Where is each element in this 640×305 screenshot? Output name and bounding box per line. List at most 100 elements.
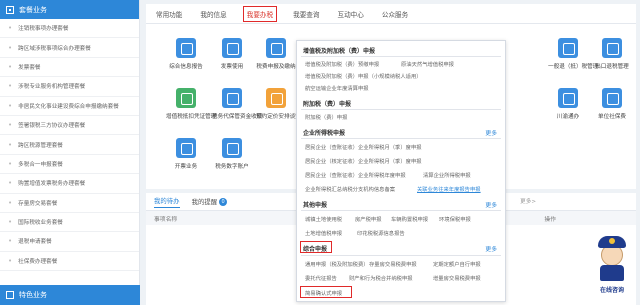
- sidebar-item-label: 发票套餐: [18, 64, 41, 71]
- voucher-icon: [176, 88, 196, 108]
- sidebar-footer-label: 特色业务: [19, 291, 47, 299]
- bullet-icon: •: [8, 218, 13, 227]
- highlight-box: [300, 241, 332, 253]
- menu-link[interactable]: 居民企业（查账征收）企业所得税年度申报: [305, 171, 406, 179]
- sidebar-list: • 注销税事项办理套餐 • 跨区域涉税事项综合办理套餐 • 发票套餐 • 涉税专业服务机…: [0, 19, 139, 272]
- menu-link[interactable]: 环境保税申报: [439, 215, 471, 223]
- voucher-icon-tile[interactable]: 增值税抵扣凭证管理: [166, 88, 217, 120]
- tile-label: 税费申报及缴纳: [256, 64, 296, 70]
- divider: [301, 138, 501, 139]
- report-icon-tile[interactable]: 综合信息报告: [166, 38, 206, 70]
- tab-my-info[interactable]: 我的信息: [198, 7, 228, 21]
- fund-icon-tile[interactable]: 税务代保管资金收取: [212, 88, 262, 120]
- tab-label: 我的待办: [154, 196, 180, 205]
- export-icon-tile[interactable]: 出口退税管理: [592, 38, 632, 70]
- price-icon: [266, 88, 286, 108]
- menu-link[interactable]: 居民企业（查账征收）企业所得税月（季）度申报: [305, 143, 422, 151]
- bullet-icon: •: [8, 159, 13, 168]
- tab-my-reminder[interactable]: 我的提醒 0: [192, 197, 228, 206]
- social-icon-tile[interactable]: 单位社保费: [592, 88, 632, 120]
- badge-icon: [609, 238, 615, 244]
- invoice-icon: [222, 38, 242, 58]
- price-icon-tile[interactable]: 预约定价安排谈签: [256, 88, 301, 120]
- menu-link[interactable]: 关联业务往来年度报告申报: [417, 185, 481, 193]
- sidebar-item[interactable]: • 购置增值发票税务办理套餐: [0, 174, 139, 194]
- menu-link[interactable]: 存量房交易税费申报: [369, 260, 417, 268]
- tab-query[interactable]: 我要查询: [291, 7, 321, 21]
- tab-public-service[interactable]: 公众服务: [380, 7, 410, 21]
- tab-tax-handling[interactable]: 我要办税: [242, 5, 278, 22]
- tax-icon-tile[interactable]: 税费申报及缴纳: [256, 38, 296, 70]
- menu-link[interactable]: 委托代征报告: [305, 274, 337, 282]
- sidebar-item[interactable]: • 注销税事项办理套餐: [0, 19, 139, 39]
- section-title: 其他申报: [303, 202, 328, 209]
- sidebar-item[interactable]: • 跨区税源管理套餐: [0, 135, 139, 155]
- menu-link[interactable]: 定期定额户自行申报: [433, 260, 481, 268]
- refund-icon-tile[interactable]: 一般退（抵）税管理: [548, 38, 598, 70]
- sidebar-item[interactable]: • 退税申请套餐: [0, 232, 139, 252]
- menu-link[interactable]: 增量房交易税费申报: [433, 274, 481, 282]
- section-title: 增值税及附加税（费）申报: [303, 48, 376, 55]
- bullet-icon: •: [8, 24, 13, 33]
- sidebar-item-label: 跨区税源管理套餐: [18, 142, 63, 149]
- menu-link[interactable]: 土地增值税申报: [305, 229, 342, 237]
- grid-icon: [6, 291, 14, 299]
- sidebar-item[interactable]: • 非居民文化事业建设费综合申报缴纳套餐: [0, 97, 139, 116]
- tile-label: 川渝通办: [556, 114, 580, 120]
- sidebar-item[interactable]: • 国际税收业务套餐: [0, 213, 139, 233]
- tile-label: 发票使用: [220, 64, 244, 70]
- sidebar-item-label: 跨区域涉税事项综合办理套餐: [18, 45, 91, 52]
- fund-icon: [222, 88, 242, 108]
- reminder-badge: 0: [219, 197, 228, 206]
- menu-link[interactable]: 企业所得税汇总纳税分支机构信息备案: [305, 185, 395, 193]
- tile-label: 单位社保费: [598, 114, 626, 120]
- sidebar-item[interactable]: • 跨区域涉税事项综合办理套餐: [0, 38, 139, 58]
- tab-my-todo[interactable]: 我的待办: [154, 196, 180, 208]
- sidebar: 套餐业务 • 注销税事项办理套餐 • 跨区域涉税事项综合办理套餐 • 发票套餐 • 涉税…: [0, 0, 140, 305]
- section-title: 企业所得税申报: [303, 130, 346, 137]
- menu-link[interactable]: 城镇土地使用税: [305, 215, 342, 223]
- sidebar-item-label: 社保费办理套餐: [18, 258, 58, 265]
- ticket-icon: [176, 138, 196, 158]
- report-icon: [176, 38, 196, 58]
- sidebar-item-label: 注销税事项办理套餐: [18, 26, 69, 33]
- menu-link[interactable]: 车辆购置税申报: [391, 215, 428, 223]
- menu-link[interactable]: 房产税申报: [355, 215, 382, 223]
- sidebar-footer[interactable]: 特色业务: [0, 285, 140, 305]
- more-link[interactable]: 更多: [485, 200, 497, 209]
- tab-common[interactable]: 常用功能: [154, 7, 184, 21]
- sidebar-item-label: 签署银税三方协议办理套餐: [18, 123, 86, 130]
- tile-label: 增值税抵扣凭证管理: [166, 114, 217, 120]
- account-icon: [222, 138, 242, 158]
- invoice-icon-tile[interactable]: 发票使用: [212, 38, 252, 70]
- sidebar-item[interactable]: • 发票套餐: [0, 58, 139, 78]
- menu-link[interactable]: 增值税及附加税（费）申报（小规模纳税人适用）: [305, 72, 422, 80]
- menu-link[interactable]: 航空运输企业年度清算申报: [305, 84, 369, 92]
- sidebar-item[interactable]: • 多税合一申报套餐: [0, 155, 139, 175]
- region-icon: [558, 88, 578, 108]
- sidebar-item[interactable]: • 签署银税三方协议办理套餐: [0, 116, 139, 136]
- chat-mascot[interactable]: 在线咨询: [592, 236, 632, 300]
- menu-link[interactable]: 财产和行为税合并纳税申报: [349, 274, 413, 282]
- chat-label: 在线咨询: [599, 287, 624, 294]
- main-tabs: 常用功能 我的信息 我要办税 我要查询 互动中心 公众服务: [146, 4, 636, 24]
- more-link[interactable]: 更多: [485, 244, 497, 253]
- menu-link[interactable]: 附加税（费）申报: [305, 113, 347, 121]
- sidebar-item[interactable]: • 社保费办理套餐: [0, 252, 139, 272]
- menu-link[interactable]: 原油天然气增值税申报: [401, 60, 454, 68]
- region-icon-tile[interactable]: 川渝通办: [548, 88, 588, 120]
- sidebar-header[interactable]: 套餐业务: [0, 0, 139, 19]
- menu-link[interactable]: 通用申报（税及附加税费）: [305, 260, 369, 268]
- menu-link[interactable]: 清算企业所得税申报: [423, 171, 471, 179]
- sidebar-item-label: 涉税专业服务机构管理套餐: [18, 84, 86, 91]
- sidebar-item[interactable]: • 涉税专业服务机构管理套餐: [0, 77, 139, 97]
- tab-interaction[interactable]: 互动中心: [336, 7, 366, 21]
- ticket-icon-tile[interactable]: 开票业务: [166, 138, 206, 170]
- menu-link[interactable]: 印花税税源信息报告: [357, 229, 405, 237]
- menu-link[interactable]: 居民企业（核定征收）企业所得税月（季）度申报: [305, 157, 422, 165]
- sidebar-item[interactable]: • 存量房交易套餐: [0, 194, 139, 213]
- more-link[interactable]: 更多: [485, 128, 497, 137]
- menu-link[interactable]: 增值税及附加税（费）预缴申报: [305, 60, 379, 68]
- more-link[interactable]: 更多>: [520, 197, 536, 205]
- account-icon-tile[interactable]: 税务数字账户: [212, 138, 252, 170]
